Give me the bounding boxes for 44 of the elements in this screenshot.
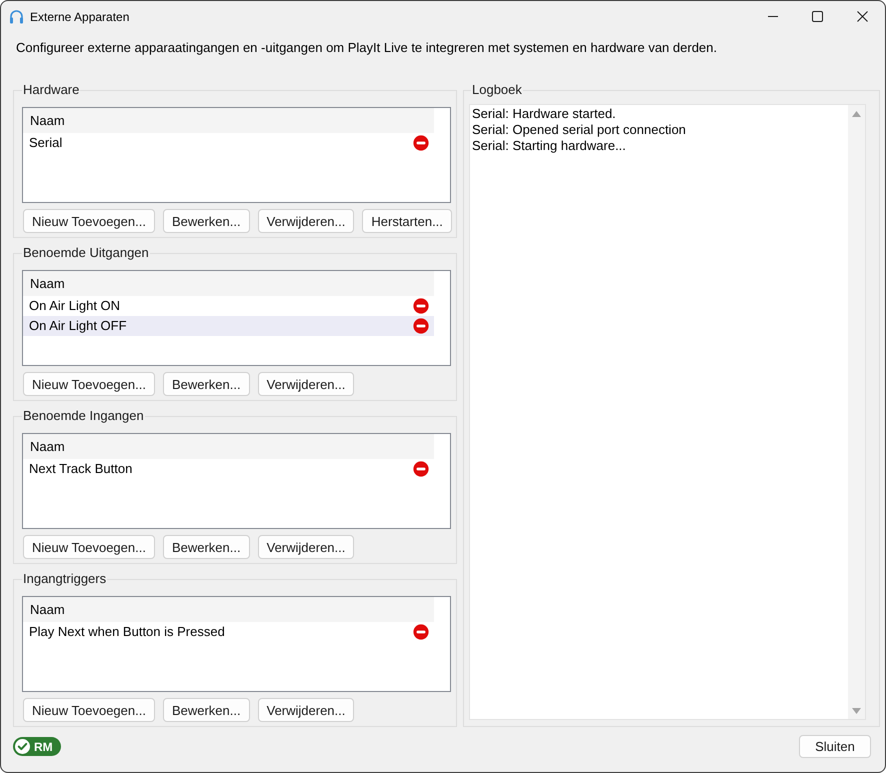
list-row[interactable]: On Air Light OFF bbox=[23, 316, 434, 336]
maximize-icon[interactable] bbox=[812, 11, 823, 22]
minus-circle-icon[interactable] bbox=[413, 298, 429, 314]
action-button[interactable]: Verwijderen... bbox=[258, 209, 354, 233]
log-entry: Serial: Opened serial port connection bbox=[472, 122, 686, 138]
minus-circle-icon[interactable] bbox=[413, 135, 429, 151]
action-button[interactable]: Nieuw Toevoegen... bbox=[23, 698, 155, 722]
column-header[interactable]: Naam bbox=[23, 434, 434, 459]
row-label: On Air Light OFF bbox=[29, 318, 128, 334]
close-icon[interactable] bbox=[857, 11, 868, 22]
group-title: Benoemde Ingangen bbox=[22, 408, 145, 424]
minus-circle-icon[interactable] bbox=[413, 461, 429, 477]
action-button[interactable]: Bewerken... bbox=[162, 372, 250, 396]
minus-circle-icon[interactable] bbox=[413, 624, 429, 640]
row-label: Next Track Button bbox=[29, 461, 134, 477]
row-label: Play Next when Button is Pressed bbox=[29, 624, 226, 640]
action-button[interactable]: Verwijderen... bbox=[258, 698, 354, 722]
action-button[interactable]: Herstarten... bbox=[362, 209, 452, 233]
window-title: Externe Apparaten bbox=[30, 8, 130, 24]
headphones-icon bbox=[9, 9, 24, 24]
group-title: Hardware bbox=[22, 82, 80, 98]
action-button[interactable]: Bewerken... bbox=[162, 535, 250, 559]
column-header[interactable]: Naam bbox=[23, 108, 434, 133]
group-title: Benoemde Uitgangen bbox=[22, 245, 150, 261]
action-button[interactable]: Verwijderen... bbox=[258, 372, 354, 396]
close-button[interactable]: Sluiten bbox=[799, 735, 871, 758]
action-button[interactable]: Bewerken... bbox=[162, 209, 250, 233]
action-button[interactable]: Nieuw Toevoegen... bbox=[23, 372, 155, 396]
minimize-icon[interactable] bbox=[768, 16, 778, 17]
action-button[interactable]: Nieuw Toevoegen... bbox=[23, 209, 155, 233]
action-button[interactable]: Nieuw Toevoegen... bbox=[23, 535, 155, 559]
group-title: Logboek bbox=[471, 82, 523, 98]
row-label: On Air Light ON bbox=[29, 298, 122, 314]
log-entry: Serial: Hardware started. bbox=[472, 106, 616, 122]
action-button[interactable]: Bewerken... bbox=[162, 698, 250, 722]
row-label: Serial bbox=[29, 135, 64, 151]
description-text: Configureer externe apparaatingangen en -uitgangen om PlayIt Live te integreren met systemen en hardware van derden. bbox=[16, 40, 717, 56]
group-title: Ingangtriggers bbox=[22, 571, 108, 587]
action-button[interactable]: Verwijderen... bbox=[258, 535, 354, 559]
minus-circle-icon[interactable] bbox=[413, 318, 429, 334]
column-header[interactable]: Naam bbox=[23, 271, 434, 296]
status-label: RM bbox=[34, 740, 53, 754]
log-entry: Serial: Starting hardware... bbox=[472, 138, 626, 154]
column-header[interactable]: Naam bbox=[23, 597, 434, 622]
